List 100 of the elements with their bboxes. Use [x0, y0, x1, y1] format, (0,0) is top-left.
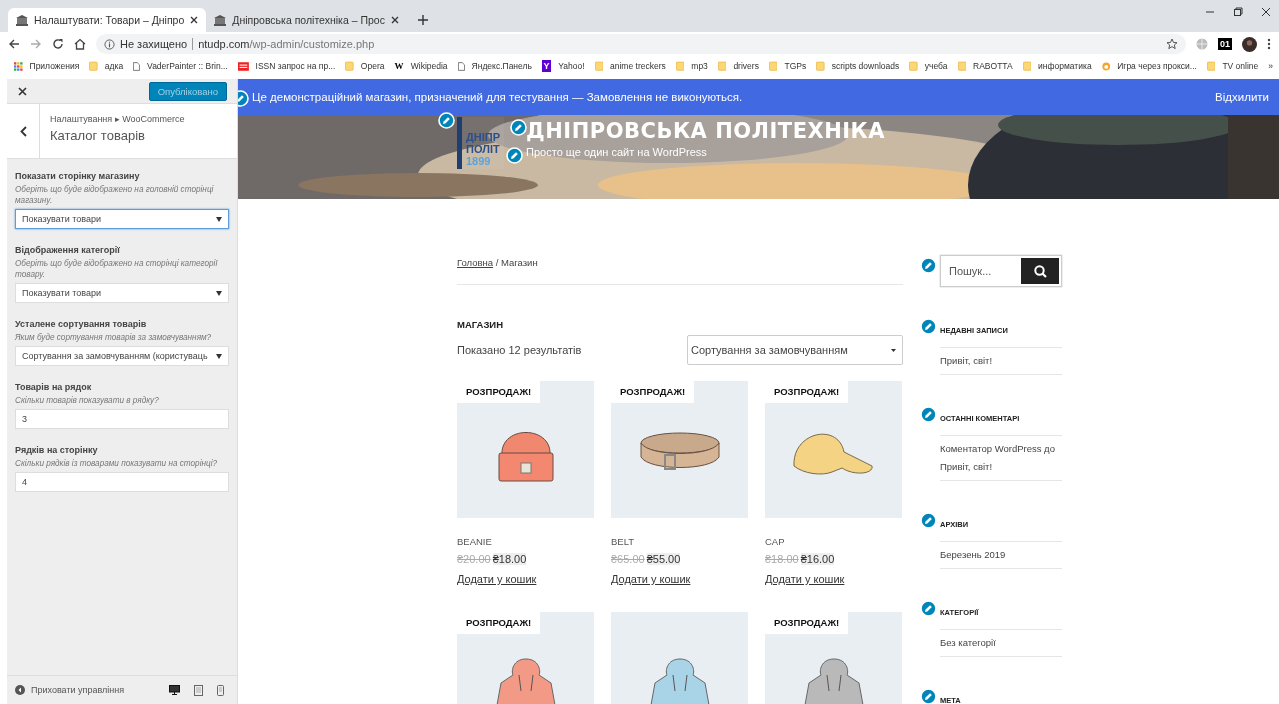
add-to-cart-link[interactable]: Додати у кошик	[765, 573, 845, 585]
collapse-icon[interactable]	[15, 685, 25, 695]
widget-link[interactable]: Без категорії	[940, 630, 1062, 657]
browser-tab[interactable]: Налаштувати: Товари – Дніпро	[8, 8, 207, 32]
tablet-preview-button[interactable]	[193, 683, 204, 697]
select-field[interactable]: Показувати товари	[15, 209, 229, 229]
page-icon	[133, 60, 141, 72]
bookmark[interactable]: Wikipedia	[410, 61, 448, 71]
extension-badge[interactable]: 01	[1218, 38, 1232, 50]
product-name[interactable]: BEANIE	[457, 536, 594, 547]
sale-badge: РОЗПРОДАЖ!	[611, 381, 695, 403]
product-name[interactable]: CAP	[765, 536, 902, 547]
edit-shortcut-icon[interactable]	[920, 600, 937, 617]
old-price: ₴20.00	[457, 553, 491, 565]
close-icon	[17, 86, 27, 96]
control-description: Оберіть що буде відображено на сторінці категорії товару.	[15, 258, 219, 280]
product-image[interactable]: РОЗПРОДАЖ!	[611, 381, 748, 518]
new-tab-icon[interactable]	[416, 14, 429, 26]
restore-icon[interactable]	[1233, 7, 1243, 17]
control-label: Товарів на рядок	[15, 382, 93, 392]
more-bookmarks[interactable]: »	[1268, 61, 1274, 71]
select-field[interactable]: Сортування за замовчуванням (користуваць	[15, 346, 229, 366]
home-icon[interactable]	[74, 38, 86, 50]
number-field[interactable]: 3	[15, 409, 229, 429]
edit-shortcut-icon[interactable]	[920, 688, 937, 704]
building-icon	[16, 14, 28, 26]
bookmark[interactable]: Приложения	[29, 61, 80, 71]
hide-controls-link[interactable]: Приховати управління	[31, 685, 125, 695]
bookmark[interactable]: anime treckers	[610, 61, 666, 71]
widget-link[interactable]: Привіт, світ!	[940, 348, 1062, 375]
page-icon	[457, 60, 465, 72]
close-icon[interactable]	[1261, 7, 1271, 17]
bookmark[interactable]: RABOTTA	[973, 61, 1013, 71]
edit-shortcut-icon[interactable]	[510, 119, 527, 136]
bookmark[interactable]: scripts downloads	[831, 61, 900, 71]
bookmark[interactable]: ISSN запрос на пр...	[255, 61, 336, 71]
search-button[interactable]	[1021, 258, 1059, 284]
bookmark[interactable]: адка	[104, 61, 124, 71]
bookmark[interactable]: TV online	[1222, 61, 1259, 71]
product-image[interactable]: РОЗПРОДАЖ!	[765, 381, 902, 518]
control-label: Рядків на сторінку	[15, 445, 99, 455]
control-description: Яким буде сортування товарів за замовчуванням?	[15, 332, 213, 343]
star-icon[interactable]	[1166, 38, 1178, 50]
sale-price: ₴18.00	[492, 553, 527, 565]
widget-link[interactable]: Березень 2019	[940, 542, 1062, 569]
bookmark[interactable]: Opera	[360, 61, 385, 71]
result-count: Показано 12 результатів	[457, 344, 582, 356]
sale-badge: РОЗПРОДАЖ!	[765, 381, 849, 403]
address-bar[interactable]: Не захищено ntudp.com/wp-admin/customize.php	[96, 34, 1186, 54]
edit-shortcut-icon[interactable]	[438, 112, 455, 129]
close-icon[interactable]	[390, 16, 399, 24]
search-field[interactable]: Пошук...	[940, 255, 1062, 287]
folder-icon	[675, 60, 685, 72]
bookmark[interactable]: TGPs	[784, 61, 807, 71]
chevron-left-icon	[19, 125, 27, 137]
desktop-preview-button[interactable]	[168, 683, 181, 697]
mobile-preview-button[interactable]	[216, 683, 225, 697]
dismiss-link[interactable]: Відхилити	[1215, 91, 1269, 103]
sale-badge: РОЗПРОДАЖ!	[457, 612, 541, 634]
close-icon[interactable]	[190, 16, 199, 24]
breadcrumb-link[interactable]: Головна	[457, 257, 494, 268]
product-image[interactable]: РОЗПРОДАЖ!	[457, 612, 594, 704]
tab-title: Дніпровська політехніка – Прос	[232, 14, 385, 26]
bookmark[interactable]: VaderPainter :: Brin...	[147, 61, 228, 71]
bookmark[interactable]: Игра через прокси...	[1117, 61, 1197, 71]
menu-icon[interactable]	[1267, 38, 1271, 50]
avatar-icon[interactable]	[1242, 36, 1257, 52]
panel-title: Каталог товарів	[50, 128, 146, 143]
product-image[interactable]: РОЗПРОДАЖ!	[457, 381, 594, 518]
site-favicon-icon	[237, 60, 249, 72]
product-image[interactable]: РОЗПРОДАЖ!	[765, 612, 902, 704]
product-name[interactable]: BELT	[611, 536, 748, 547]
dropdown-arrow-icon	[216, 353, 222, 359]
select-field[interactable]: Показувати товари	[15, 283, 229, 303]
browser-tab[interactable]: Дніпровська політехніка – Прос	[206, 8, 407, 32]
edit-shortcut-icon[interactable]	[920, 318, 937, 335]
dropdown-arrow-icon	[216, 290, 222, 296]
bookmark[interactable]: Yahoo!	[558, 61, 585, 71]
reload-icon[interactable]	[52, 38, 64, 50]
edit-shortcut-icon[interactable]	[920, 257, 937, 274]
widget-link[interactable]: Коментатор WordPress до Привіт, світ!	[940, 436, 1062, 481]
back-icon[interactable]	[8, 38, 20, 50]
control-label: Усталене сортування товарів	[15, 319, 148, 329]
info-icon[interactable]	[104, 38, 115, 50]
number-field[interactable]: 4	[15, 472, 229, 492]
tab-title: Налаштувати: Товари – Дніпро	[34, 14, 185, 26]
panel-breadcrumb: Налаштування ▸ WooCommerce	[50, 114, 185, 124]
control-description: Скільки товарів показувати в рядку?	[15, 395, 160, 406]
add-to-cart-link[interactable]: Додати у кошик	[611, 573, 691, 585]
edit-shortcut-icon[interactable]	[920, 512, 937, 529]
bookmark[interactable]: учеба	[924, 61, 948, 71]
edit-shortcut-icon[interactable]	[920, 406, 937, 423]
bookmark[interactable]: Яндекс.Панель	[471, 61, 532, 71]
bookmark[interactable]: информатика	[1038, 61, 1092, 71]
desktop-icon	[169, 684, 180, 695]
sort-select[interactable]: Сортування за замовчуванням	[687, 335, 903, 365]
bookmark[interactable]: drivers	[733, 61, 759, 71]
bookmark[interactable]: mp3	[691, 61, 708, 71]
add-to-cart-link[interactable]: Додати у кошик	[457, 573, 537, 585]
edit-shortcut-icon[interactable]	[506, 147, 523, 164]
